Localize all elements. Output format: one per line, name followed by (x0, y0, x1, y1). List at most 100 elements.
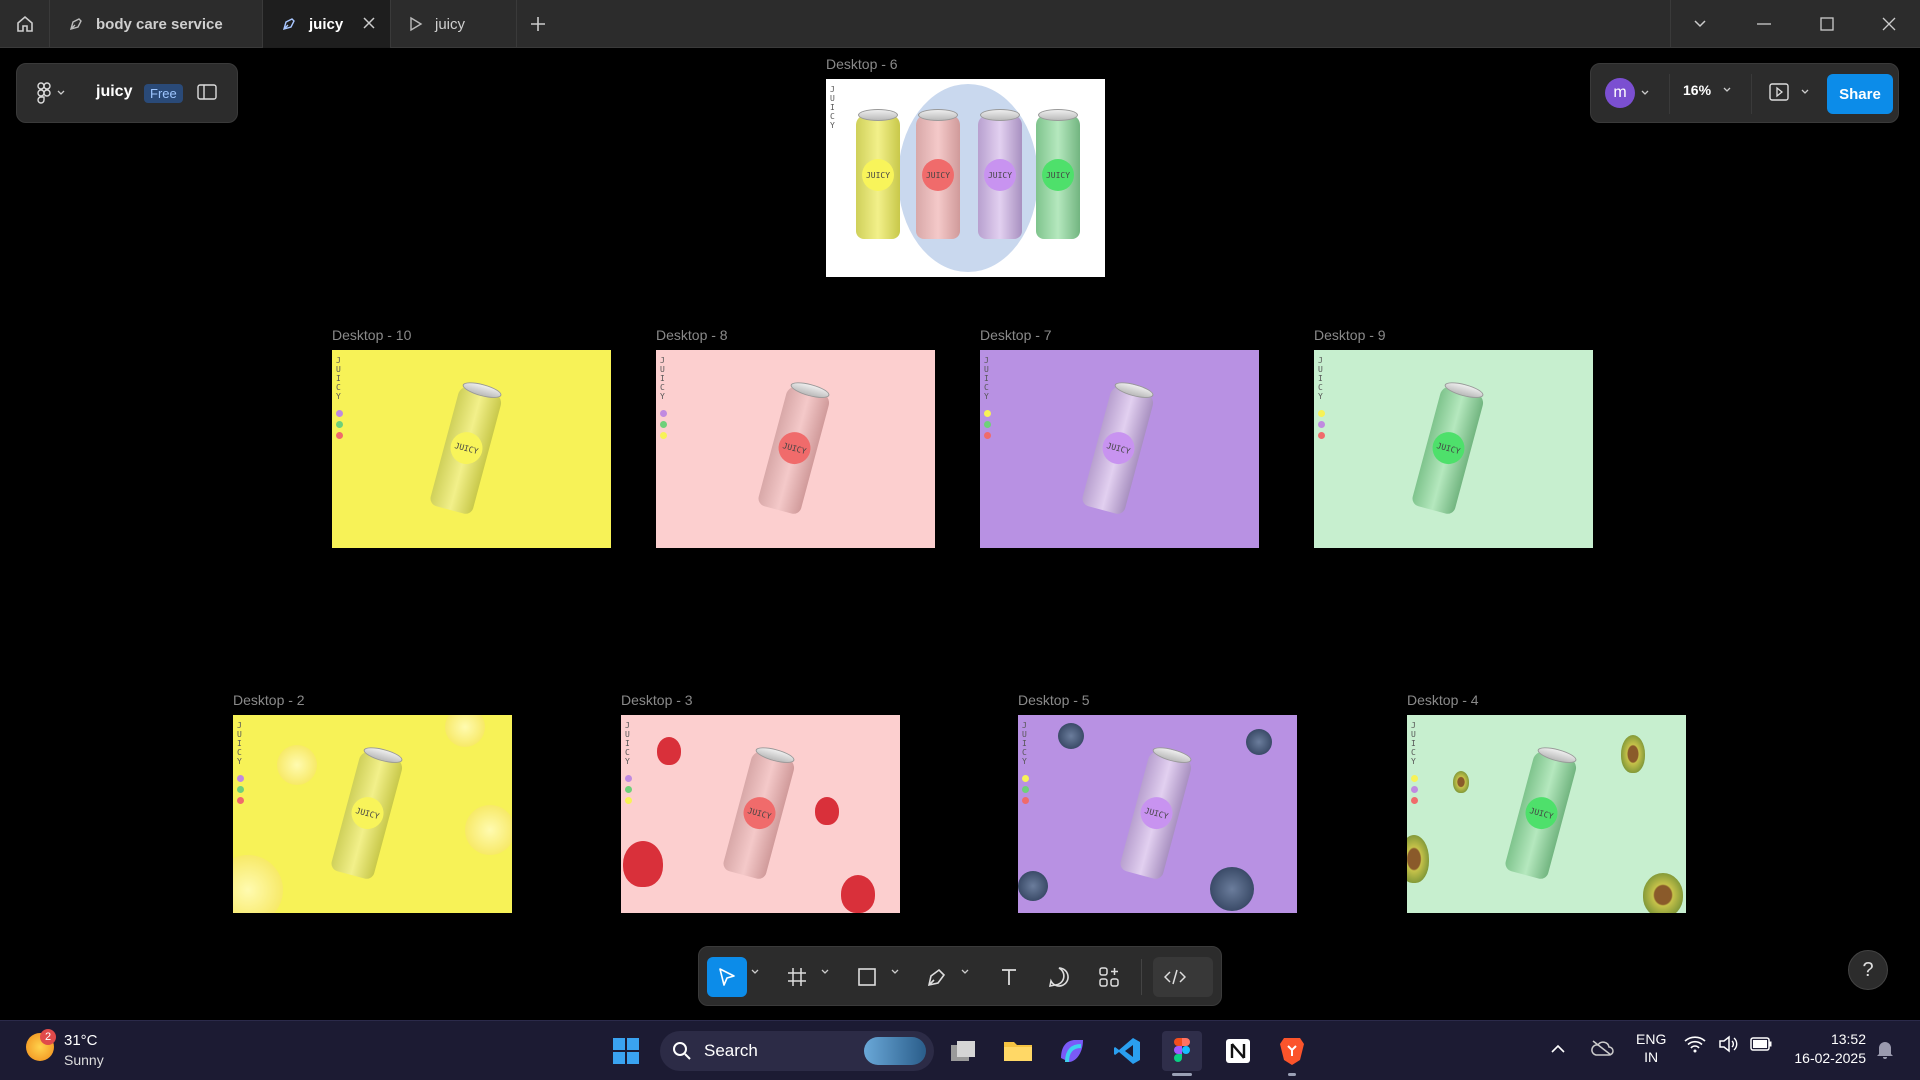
tab-list-button[interactable] (1669, 0, 1731, 48)
pen-nib-icon (281, 16, 297, 32)
zoom-menu-button[interactable]: 16% (1683, 82, 1731, 98)
start-button[interactable] (606, 1031, 646, 1071)
weather-condition[interactable]: Sunny (64, 1052, 104, 1068)
show-hidden-icons-button[interactable] (1550, 1041, 1566, 1059)
frame-desktop-8[interactable]: JUICY JUICY (656, 350, 935, 548)
copilot-button[interactable] (1052, 1031, 1092, 1071)
design-canvas[interactable]: Desktop - 6 JUICY JUICY JUICY JUICY JUIC… (0, 48, 1920, 1020)
weather-temp[interactable]: 31°C (64, 1032, 98, 1049)
close-tab-icon[interactable] (362, 16, 376, 34)
clock[interactable]: 13:52 16-02-2025 (1782, 1031, 1866, 1066)
task-view-button[interactable] (944, 1031, 984, 1071)
notion-button[interactable] (1218, 1031, 1258, 1071)
frame-label[interactable]: Desktop - 4 (1407, 692, 1479, 708)
chevron-down-icon[interactable] (821, 969, 829, 975)
frame-label[interactable]: Desktop - 10 (332, 327, 411, 343)
present-icon (1769, 83, 1789, 101)
frame-desktop-2[interactable]: JUICY JUICY (233, 715, 512, 913)
yellow-can-image: JUICY (329, 744, 405, 881)
lemon-slice-image (465, 805, 512, 855)
help-button[interactable]: ? (1848, 950, 1888, 990)
avocado-image (1643, 873, 1683, 913)
strawberry-image (623, 841, 663, 887)
frame-tool-button[interactable] (777, 957, 817, 997)
search-icon (673, 1042, 691, 1060)
frame-desktop-4[interactable]: JUICY JUICY (1407, 715, 1686, 913)
language-code: ENG (1636, 1031, 1667, 1047)
chevron-down-icon[interactable] (751, 969, 759, 975)
green-can-image: JUICY (1410, 379, 1486, 516)
pink-can-image: JUICY (916, 109, 960, 239)
notifications-button[interactable] (1876, 1039, 1894, 1064)
resources-tool-button[interactable] (1089, 957, 1129, 997)
chevron-down-icon[interactable] (891, 969, 899, 975)
vscode-icon (1114, 1038, 1140, 1064)
brave-browser-button[interactable] (1272, 1031, 1312, 1071)
move-tool-button[interactable] (707, 957, 747, 997)
can-label: JUICY (1098, 428, 1139, 468)
taskbar-search[interactable]: Search (660, 1031, 934, 1071)
figma-app-button[interactable] (1162, 1031, 1202, 1071)
can-label: JUICY (1428, 428, 1469, 468)
frame-desktop-6[interactable]: JUICY JUICY JUICY JUICY JUICY (826, 79, 1105, 277)
frame-desktop-3[interactable]: JUICY JUICY (621, 715, 900, 913)
main-menu-button[interactable] (37, 82, 65, 104)
user-menu-button[interactable]: m (1605, 78, 1649, 108)
tab-juicy-design[interactable]: juicy (263, 0, 391, 48)
dev-mode-toggle[interactable] (1153, 957, 1213, 997)
plan-badge[interactable]: Free (144, 84, 183, 103)
pen-icon (927, 968, 946, 987)
input-language-button[interactable]: ENG IN (1636, 1031, 1666, 1065)
pen-nib-icon (68, 16, 84, 32)
vscode-button[interactable] (1107, 1031, 1147, 1071)
can-label: JUICY (984, 159, 1016, 191)
text-tool-button[interactable] (989, 957, 1029, 997)
chevron-down-icon[interactable] (961, 969, 969, 975)
frame-label[interactable]: Desktop - 8 (656, 327, 728, 343)
shape-tool-button[interactable] (847, 957, 887, 997)
avatar: m (1605, 78, 1635, 108)
home-icon (16, 15, 33, 32)
chevron-down-icon (57, 90, 65, 95)
side-text: JUICY (1411, 721, 1416, 766)
file-explorer-button[interactable] (998, 1031, 1038, 1071)
notion-icon (1226, 1039, 1250, 1063)
onedrive-status-button[interactable] (1590, 1039, 1614, 1062)
comment-tool-button[interactable] (1039, 957, 1079, 997)
frame-label[interactable]: Desktop - 3 (621, 692, 693, 708)
frame-desktop-9[interactable]: JUICY JUICY (1314, 350, 1593, 548)
maximize-button[interactable] (1796, 0, 1858, 48)
system-tray-quick-settings[interactable] (1684, 1035, 1772, 1053)
pen-tool-button[interactable] (917, 957, 957, 997)
frame-desktop-7[interactable]: JUICY JUICY (980, 350, 1259, 548)
yellow-can-image: JUICY (428, 379, 504, 516)
strawberry-image (841, 875, 875, 913)
frame-label[interactable]: Desktop - 2 (233, 692, 305, 708)
cloud-offline-icon (1591, 1040, 1614, 1056)
new-tab-button[interactable] (528, 14, 548, 39)
blueberry-image (1246, 729, 1272, 755)
frame-label[interactable]: Desktop - 6 (826, 56, 898, 72)
task-view-icon (951, 1041, 975, 1061)
frame-label[interactable]: Desktop - 9 (1314, 327, 1386, 343)
frame-label[interactable]: Desktop - 5 (1018, 692, 1090, 708)
home-button[interactable] (0, 0, 50, 48)
frame-desktop-5[interactable]: JUICY JUICY (1018, 715, 1297, 913)
share-button[interactable]: Share (1827, 74, 1893, 114)
close-window-button[interactable] (1858, 0, 1920, 48)
minimize-button[interactable] (1733, 0, 1795, 48)
tab-juicy-prototype[interactable]: juicy (391, 0, 517, 48)
present-button[interactable] (1769, 82, 1809, 102)
tab-body-care-service[interactable]: body care service (50, 0, 263, 48)
windows-taskbar: 2 31°C Sunny Search ENG IN 13:52 16-02-2… (0, 1020, 1920, 1080)
file-panel: juicy Free (16, 63, 238, 123)
file-name[interactable]: juicy (96, 83, 132, 101)
purple-can-image: JUICY (1118, 744, 1194, 881)
search-highlight-image (864, 1037, 926, 1065)
pink-can-image: JUICY (756, 379, 832, 516)
copilot-icon (1061, 1040, 1083, 1063)
maximize-icon (1820, 17, 1834, 31)
frame-desktop-10[interactable]: JUICY JUICY (332, 350, 611, 548)
toggle-sidebar-button[interactable] (197, 83, 217, 106)
frame-label[interactable]: Desktop - 7 (980, 327, 1052, 343)
